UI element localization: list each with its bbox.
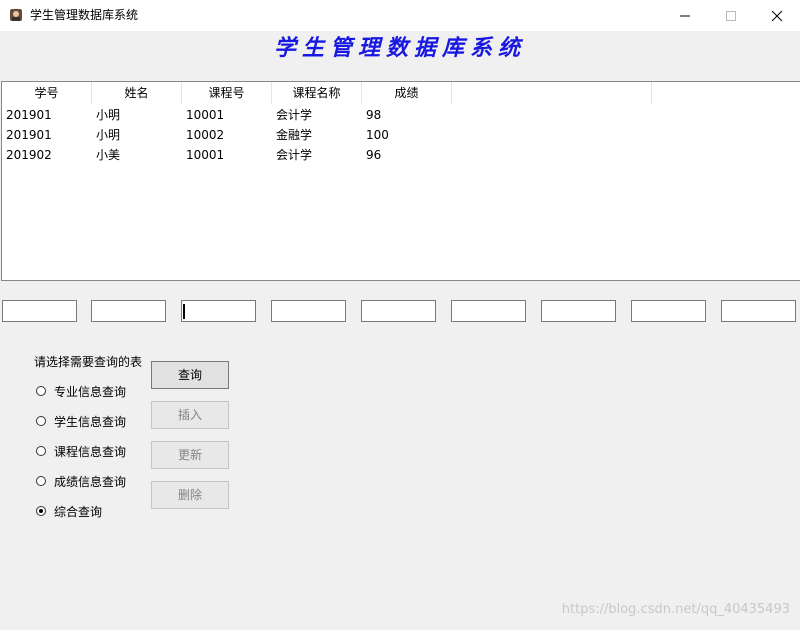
close-button[interactable] <box>754 0 800 31</box>
edit-box-6[interactable] <box>451 300 526 322</box>
radio-label: 专业信息查询 <box>54 384 127 399</box>
cell-course-id: 10002 <box>186 128 225 142</box>
maximize-button[interactable] <box>708 0 754 31</box>
column-header[interactable]: 学号 <box>2 82 92 104</box>
column-header-spacer <box>452 82 652 104</box>
radio-button[interactable] <box>36 386 46 396</box>
radio-label: 成绩信息查询 <box>54 474 127 489</box>
maximize-icon <box>726 11 736 21</box>
banner-title: 学生管理数据库系统 <box>273 35 526 61</box>
data-grid[interactable]: 学号 姓名 课程号 课程名称 成绩 201901 小明 10001 会计学 98… <box>1 81 800 281</box>
edit-box-5[interactable] <box>361 300 436 322</box>
radio-button-checked[interactable] <box>36 506 46 516</box>
cell-course-id: 10001 <box>186 148 225 162</box>
radio-button[interactable] <box>36 446 46 456</box>
edit-box-1[interactable] <box>2 300 77 322</box>
column-header[interactable]: 成绩 <box>362 82 452 104</box>
radio-label: 学生信息查询 <box>54 414 127 429</box>
cell-score: 98 <box>366 108 382 122</box>
edit-box-7[interactable] <box>541 300 616 322</box>
radio-combined-query[interactable]: 综合查询 <box>36 502 102 520</box>
cell-course-name: 金融学 <box>276 128 313 142</box>
watermark: https://blog.csdn.net/qq_40435493 <box>561 602 790 617</box>
grid-body: 201901 小明 10001 会计学 98 201901 小明 10002 金… <box>2 105 800 165</box>
cell-course-id: 10001 <box>186 108 225 122</box>
radio-student-query[interactable]: 学生信息查询 <box>36 412 126 430</box>
edit-box-row <box>0 300 800 322</box>
window-title: 学生管理数据库系统 <box>30 8 139 22</box>
table-row[interactable]: 201901 小明 10001 会计学 98 <box>2 105 800 125</box>
cell-score: 96 <box>366 148 382 162</box>
radio-course-query[interactable]: 课程信息查询 <box>36 442 126 460</box>
cell-name: 小明 <box>96 128 121 142</box>
cell-student-id: 201901 <box>6 128 52 142</box>
cell-name: 小美 <box>96 148 121 162</box>
column-header[interactable]: 课程名称 <box>272 82 362 104</box>
edit-box-4[interactable] <box>271 300 346 322</box>
edit-box-8[interactable] <box>631 300 706 322</box>
minimize-button[interactable] <box>662 0 708 31</box>
radio-button[interactable] <box>36 416 46 426</box>
radio-button[interactable] <box>36 476 46 486</box>
close-icon <box>771 10 783 22</box>
cell-student-id: 201901 <box>6 108 52 122</box>
edit-box-2[interactable] <box>91 300 166 322</box>
update-button[interactable]: 更新 <box>151 441 229 469</box>
table-row[interactable]: 201901 小明 10002 金融学 100 <box>2 125 800 145</box>
cell-student-id: 201902 <box>6 148 52 162</box>
radio-score-query[interactable]: 成绩信息查询 <box>36 472 126 490</box>
minimize-icon <box>680 15 690 17</box>
app-icon <box>9 8 23 22</box>
grid-header: 学号 姓名 课程号 课程名称 成绩 <box>2 82 800 104</box>
cell-score: 100 <box>366 128 389 142</box>
cell-course-name: 会计学 <box>276 148 313 162</box>
table-row[interactable]: 201902 小美 10001 会计学 96 <box>2 145 800 165</box>
query-prompt-label: 请选择需要查询的表 <box>34 355 143 369</box>
column-header[interactable]: 姓名 <box>92 82 182 104</box>
column-header[interactable]: 课程号 <box>182 82 272 104</box>
radio-label: 课程信息查询 <box>54 444 127 459</box>
edit-box-3[interactable] <box>181 300 256 322</box>
query-button[interactable]: 查询 <box>151 361 229 389</box>
radio-major-query[interactable]: 专业信息查询 <box>36 382 126 400</box>
radio-label: 综合查询 <box>54 504 103 519</box>
cell-course-name: 会计学 <box>276 108 313 122</box>
cell-name: 小明 <box>96 108 121 122</box>
delete-button[interactable]: 删除 <box>151 481 229 509</box>
title-bar: 学生管理数据库系统 <box>0 0 800 31</box>
insert-button[interactable]: 插入 <box>151 401 229 429</box>
edit-box-9[interactable] <box>721 300 796 322</box>
text-caret <box>183 304 185 319</box>
